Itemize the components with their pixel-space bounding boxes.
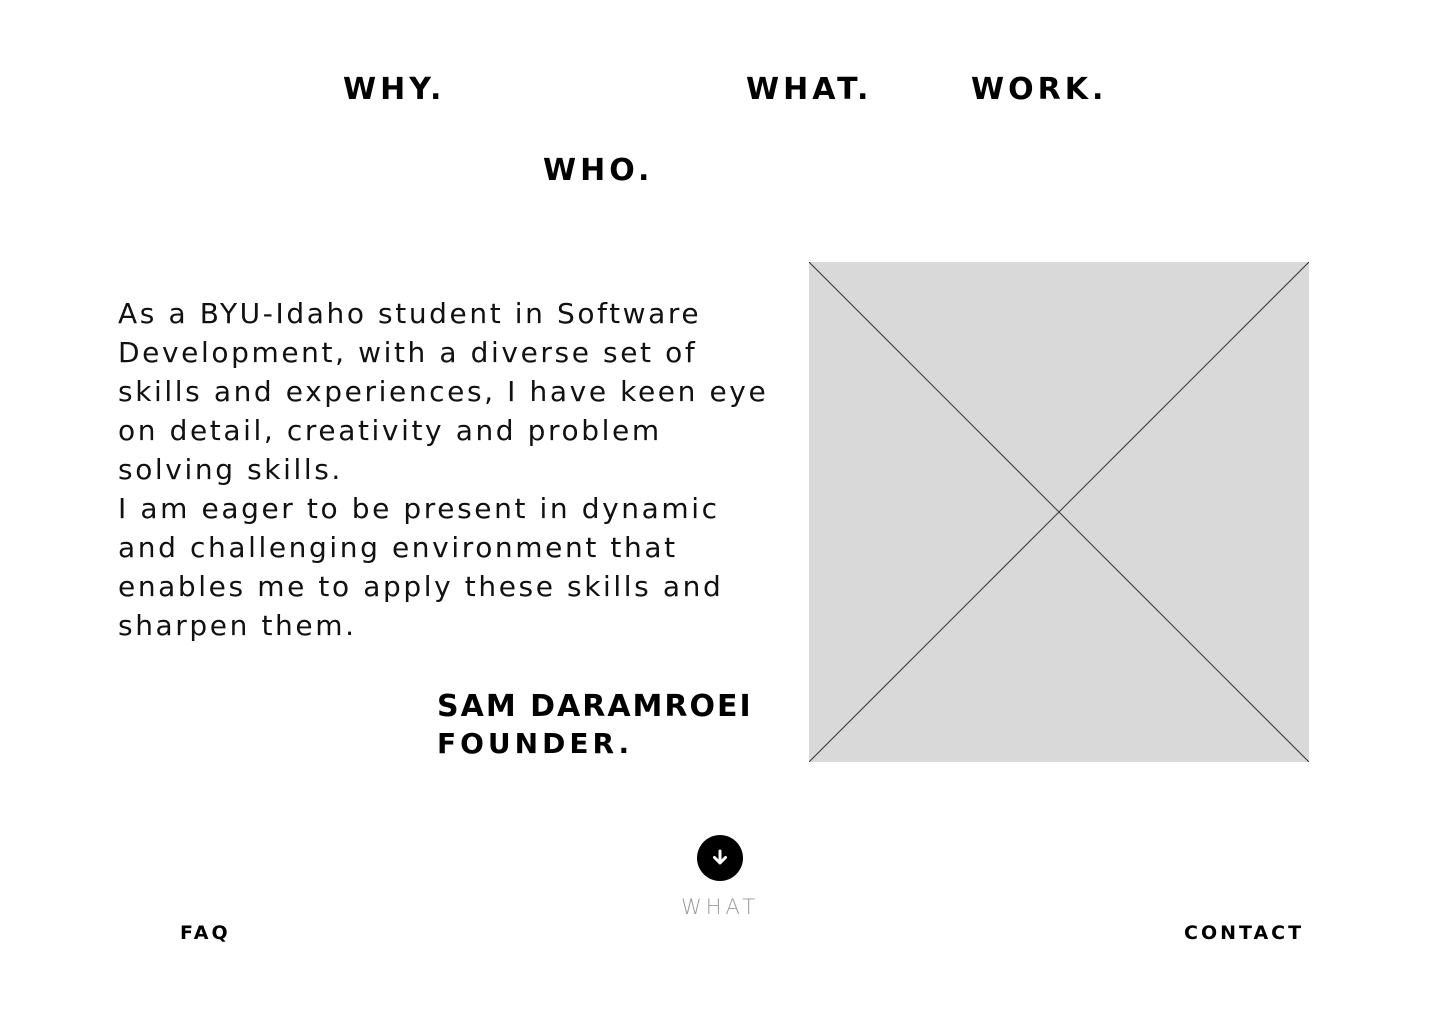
nav-link-who[interactable]: WHO. (543, 153, 653, 189)
scroll-label: WHAT (680, 895, 760, 919)
image-placeholder (809, 262, 1309, 762)
arrow-down-icon (713, 849, 727, 865)
placeholder-cross (809, 262, 1309, 762)
bio-text: As a BYU-Idaho student in Software Devel… (118, 294, 790, 645)
nav-link-work[interactable]: WORK. (971, 72, 1107, 108)
contact-link[interactable]: CONTACT (1184, 922, 1304, 944)
nav-link-why[interactable]: WHY. (343, 72, 445, 108)
signature: SAM DARAMROEI FOUNDER. (437, 688, 753, 762)
founder-name: SAM DARAMROEI (437, 689, 753, 724)
bio-paragraph: As a BYU-Idaho student in Software Devel… (118, 297, 769, 486)
faq-link[interactable]: FAQ (180, 922, 231, 944)
founder-role: FOUNDER. (437, 727, 634, 760)
bio-paragraph: I am eager to be present in dynamic and … (118, 492, 724, 642)
scroll-down-button[interactable] (697, 835, 743, 881)
nav-link-what[interactable]: WHAT. (746, 72, 872, 108)
